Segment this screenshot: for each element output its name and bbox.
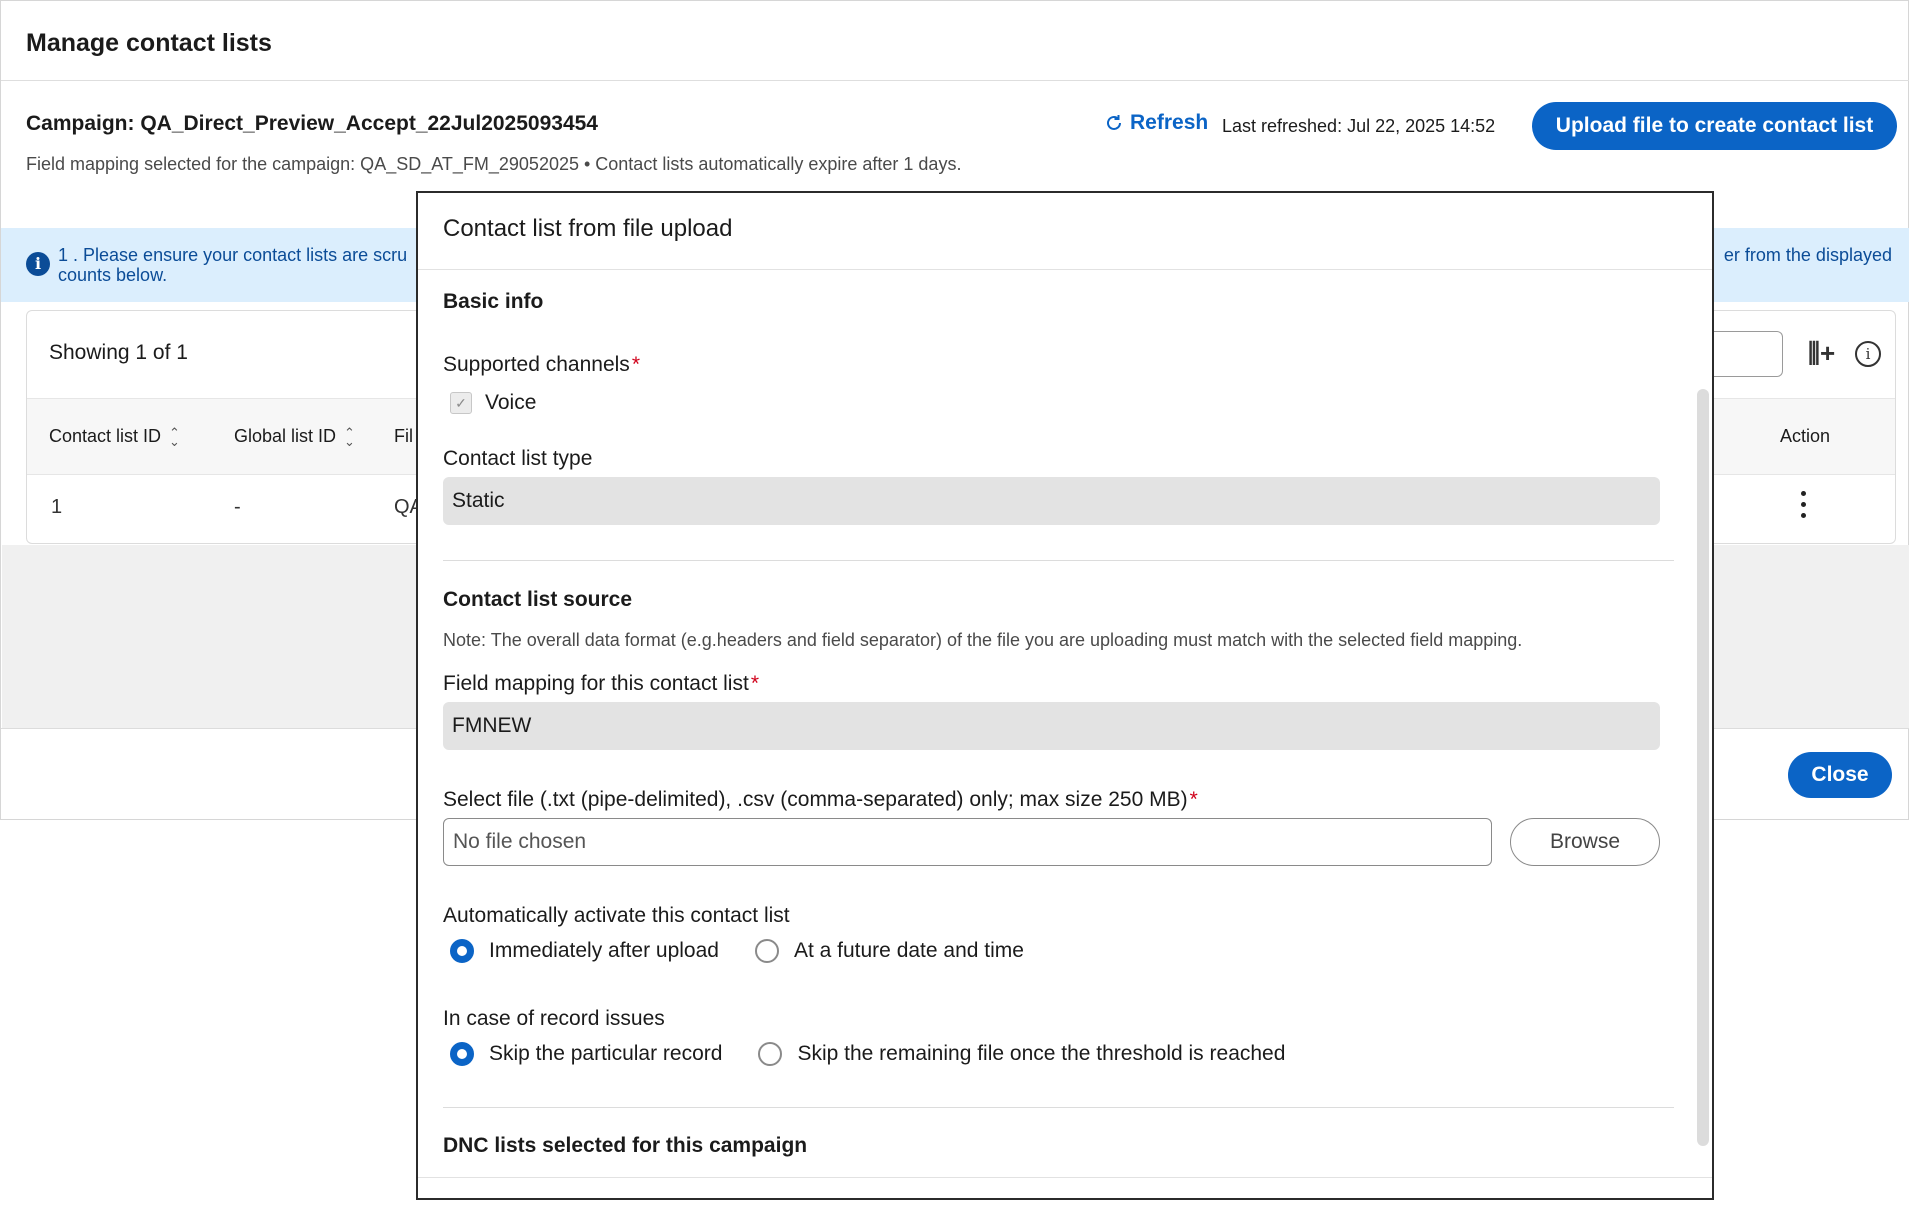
cell-global-list-id: -: [234, 496, 241, 518]
radio-unselected-icon: [758, 1042, 783, 1066]
sort-icon: ⌃ ⌄: [344, 425, 355, 450]
banner-text-right: er from the displayed: [1723, 245, 1892, 265]
radio-selected-icon: [450, 939, 474, 963]
voice-label: Voice: [485, 391, 537, 414]
sort-icon: ⌃ ⌄: [169, 425, 180, 450]
field-mapping-label: Field mapping for this contact list*: [443, 672, 759, 696]
field-mapping-field: FMNEW: [443, 702, 1660, 750]
required-marker: *: [1189, 788, 1198, 811]
modal-footer-divider: [418, 1177, 1712, 1178]
radio-skip-particular-record[interactable]: Skip the particular record: [450, 1042, 722, 1066]
column-header-file[interactable]: Fil: [394, 426, 413, 447]
file-input[interactable]: No file chosen: [443, 818, 1492, 866]
modal-scrollbar[interactable]: [1697, 389, 1709, 1146]
page-title: Manage contact lists: [26, 29, 272, 57]
source-note: Note: The overall data format (e.g.heade…: [443, 630, 1523, 650]
header-divider: [1, 80, 1909, 81]
upload-file-button[interactable]: Upload file to create contact list: [1532, 102, 1897, 150]
table-info-icon[interactable]: i: [1855, 341, 1881, 367]
auto-activate-radio-group: Immediately after upload At a future dat…: [450, 939, 1024, 963]
section-divider: [443, 560, 1674, 561]
contact-list-source-heading: Contact list source: [443, 588, 633, 611]
radio-skip-remaining-file[interactable]: Skip the remaining file once the thresho…: [758, 1042, 1285, 1066]
dnc-lists-heading: DNC lists selected for this campaign: [443, 1134, 808, 1157]
refresh-button[interactable]: Refresh: [1104, 111, 1208, 135]
add-column-icon[interactable]: ⫼+: [1808, 338, 1835, 370]
voice-checkbox[interactable]: ✓: [450, 392, 472, 414]
radio-label: Skip the particular record: [489, 1042, 723, 1065]
radio-label: At a future date and time: [793, 939, 1024, 962]
radio-label: Skip the remaining file once the thresho…: [797, 1042, 1286, 1065]
upload-contact-list-modal: Contact list from file upload Basic info…: [416, 191, 1714, 1200]
modal-title: Contact list from file upload: [443, 215, 733, 242]
auto-activate-label: Automatically activate this contact list: [443, 904, 790, 927]
cell-contact-list-id: 1: [51, 496, 63, 518]
column-header-global-list-id[interactable]: Global list ID ⌃ ⌄: [234, 425, 355, 450]
select-file-text: Select file (.txt (pipe-delimited), .csv…: [443, 788, 1188, 811]
more-options-icon[interactable]: [1801, 491, 1807, 518]
contact-list-type-label: Contact list type: [443, 447, 593, 470]
supported-channels-text: Supported channels: [443, 353, 630, 376]
banner-text-line1: 1 . Please ensure your contact lists are…: [58, 245, 408, 265]
campaign-name: Campaign: QA_Direct_Preview_Accept_22Jul…: [26, 112, 598, 135]
column-header-action: Action: [1780, 426, 1831, 446]
basic-info-heading: Basic info: [443, 290, 544, 313]
refresh-label: Refresh: [1130, 111, 1209, 134]
radio-future-date-time[interactable]: At a future date and time: [754, 939, 1024, 963]
supported-channels-label: Supported channels*: [443, 353, 640, 377]
contact-list-type-field: Static: [443, 477, 1660, 525]
browse-button[interactable]: Browse: [1510, 818, 1660, 866]
column-label: Global list ID: [234, 426, 337, 446]
close-button[interactable]: Close: [1788, 752, 1892, 798]
campaign-subline: Field mapping selected for the campaign:…: [26, 154, 962, 174]
required-marker: *: [631, 353, 640, 376]
select-file-label: Select file (.txt (pipe-delimited), .csv…: [443, 788, 1198, 812]
last-refreshed-text: Last refreshed: Jul 22, 2025 14:52: [1222, 116, 1496, 136]
info-icon: i: [26, 252, 50, 276]
banner-text-line2: counts below.: [58, 265, 168, 285]
radio-immediately-after-upload[interactable]: Immediately after upload: [450, 939, 719, 963]
section-divider: [443, 1107, 1674, 1108]
radio-label: Immediately after upload: [489, 939, 719, 962]
record-issues-label: In case of record issues: [443, 1007, 665, 1030]
column-header-contact-list-id[interactable]: Contact list ID ⌃ ⌄: [49, 425, 180, 450]
showing-count: Showing 1 of 1: [49, 341, 188, 364]
modal-body: Basic info Supported channels* ✓ Voice C…: [418, 270, 1712, 1170]
required-marker: *: [750, 672, 759, 695]
column-label: Contact list ID: [49, 426, 162, 446]
check-icon: ✓: [455, 395, 467, 411]
record-issues-radio-group: Skip the particular record Skip the rema…: [450, 1042, 1285, 1066]
radio-unselected-icon: [754, 939, 779, 963]
refresh-icon: [1107, 115, 1121, 130]
field-mapping-text: Field mapping for this contact list: [443, 672, 749, 695]
radio-selected-icon: [450, 1042, 474, 1066]
